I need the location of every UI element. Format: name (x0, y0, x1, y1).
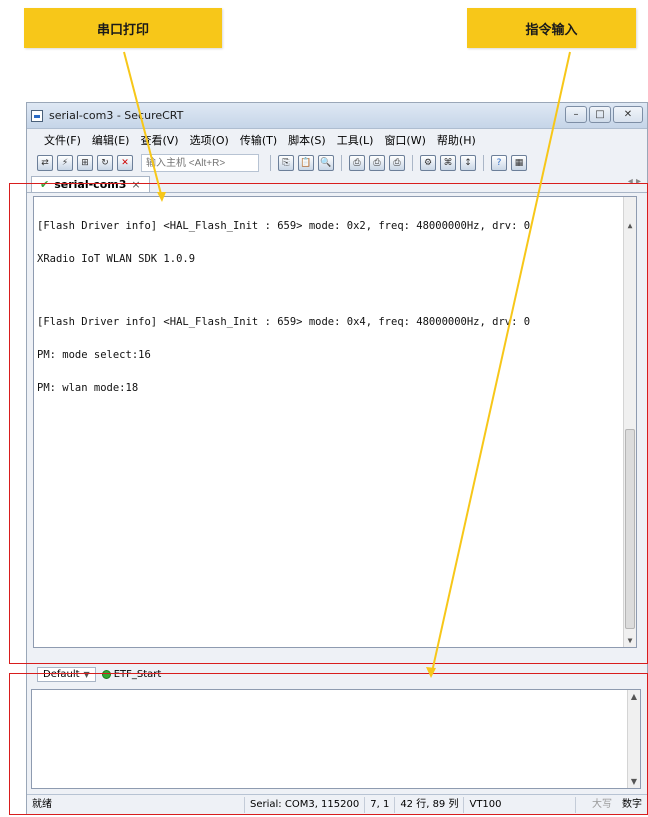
green-circle-icon (101, 669, 111, 679)
menu-view[interactable]: 查看(V) (139, 130, 179, 150)
status-ready: 就绪 (27, 796, 245, 813)
close-button[interactable]: ✕ (613, 106, 643, 123)
session-tab-bar: ✔ serial-com3 × ◂ ▸ (27, 175, 647, 193)
connect-icon[interactable]: ⇄ (37, 155, 53, 171)
title-bar[interactable]: serial-com3 - SecureCRT – □ ✕ (27, 103, 647, 129)
toolbar-separator (341, 155, 342, 171)
scroll-down-icon[interactable]: ▼ (624, 634, 636, 647)
command-window[interactable]: ▲ ▼ (31, 689, 641, 789)
terminal-output[interactable]: [Flash Driver info] <HAL_Flash_Init : 65… (33, 196, 637, 648)
terminal-line: PM: mode select:16 (37, 349, 151, 361)
session-options-icon[interactable]: ⚙ (420, 155, 436, 171)
terminal-line: XRadio IoT WLAN SDK 1.0.9 (37, 253, 196, 265)
connected-check-icon: ✔ (40, 178, 50, 191)
help-icon[interactable]: ? (491, 155, 507, 171)
quick-connect-icon[interactable]: ⚡ (57, 155, 73, 171)
window-title: serial-com3 - SecureCRT (49, 109, 184, 122)
status-bar: 就绪 Serial: COM3, 115200 7, 1 42 行, 89 列 … (27, 794, 647, 814)
status-size: 42 行, 89 列 (395, 796, 465, 813)
chevron-down-icon: ▼ (83, 669, 90, 679)
menu-bar: 文件(F) 编辑(E) 查看(V) 选项(O) 传输(T) 脚本(S) 工具(L… (27, 129, 647, 151)
toolbar-separator (270, 155, 271, 171)
status-emulation: VT100 (464, 796, 577, 813)
disconnect-icon[interactable]: ✕ (117, 155, 133, 171)
button-bar: Default ▼ ETF_Start (33, 665, 637, 683)
tab-close-icon[interactable]: × (131, 178, 140, 191)
scroll-down-icon[interactable]: ▼ (628, 775, 640, 788)
terminal-scrollbar[interactable]: ▲ ▼ (623, 197, 636, 647)
scroll-up-icon[interactable]: ▲ (628, 690, 640, 703)
toolbar-separator (483, 155, 484, 171)
command-window-scrollbar[interactable]: ▲ ▼ (627, 690, 640, 788)
tab-serial-com3[interactable]: ✔ serial-com3 × (31, 176, 150, 192)
menu-file[interactable]: 文件(F) (43, 130, 82, 150)
toolbar-separator (412, 155, 413, 171)
print-screen-icon[interactable]: ⎙ (389, 155, 405, 171)
menu-window[interactable]: 窗口(W) (383, 130, 426, 150)
etf-start-button[interactable]: ETF_Start (101, 668, 162, 680)
copy-icon[interactable]: ⎘ (278, 155, 294, 171)
terminal-line: PM: wlan mode:18 (37, 382, 139, 394)
menu-tools[interactable]: 工具(L) (336, 130, 375, 150)
reconnect-icon[interactable]: ↻ (97, 155, 113, 171)
menu-transfer[interactable]: 传输(T) (239, 130, 278, 150)
tab-label: serial-com3 (54, 178, 127, 191)
status-cursor: 7, 1 (365, 796, 396, 813)
status-caps: 大写 (592, 798, 612, 810)
button-bar-selector-label: Default (43, 668, 80, 680)
button-bar-selector[interactable]: Default ▼ (37, 666, 96, 682)
terminal-line: [Flash Driver info] <HAL_Flash_Init : 65… (37, 220, 531, 232)
status-num: 数字 (622, 798, 642, 810)
command-input-callout: 指令输入 (467, 8, 636, 48)
tab-scroll-arrows[interactable]: ◂ ▸ (628, 176, 641, 187)
monitor-icon[interactable]: ▦ (511, 155, 527, 171)
menu-help[interactable]: 帮助(H) (436, 130, 477, 150)
maximize-button[interactable]: □ (589, 106, 611, 123)
menu-script[interactable]: 脚本(S) (287, 130, 327, 150)
keymap-icon[interactable]: ⌘ (440, 155, 456, 171)
print-setup-icon[interactable]: ⎙ (369, 155, 385, 171)
connect-tab-icon[interactable]: ⊞ (77, 155, 93, 171)
paste-icon[interactable]: 📋 (298, 155, 314, 171)
securecrt-window: serial-com3 - SecureCRT – □ ✕ 文件(F) 编辑(E… (26, 102, 648, 815)
etf-start-label: ETF_Start (113, 668, 162, 680)
find-icon[interactable]: 🔍 (318, 155, 334, 171)
command-input-callout-label: 指令输入 (525, 22, 578, 38)
serial-print-callout-label: 串口打印 (96, 22, 149, 38)
minimize-button[interactable]: – (565, 106, 587, 123)
window-controls: – □ ✕ (565, 106, 643, 123)
quick-connect-input[interactable] (141, 154, 259, 172)
terminal-line: [Flash Driver info] <HAL_Flash_Init : 65… (37, 316, 531, 328)
scrollbar-thumb[interactable] (625, 429, 635, 629)
serial-print-callout: 串口打印 (24, 8, 222, 48)
sftp-icon[interactable]: ↕ (460, 155, 476, 171)
status-connection: Serial: COM3, 115200 (245, 796, 366, 813)
menu-edit[interactable]: 编辑(E) (91, 130, 131, 150)
toolbar: ⇄ ⚡ ⊞ ↻ ✕ ⎘ 📋 🔍 ⎙ ⎙ ⎙ ⚙ ⌘ ↕ ? ▦ (27, 151, 647, 175)
scroll-up-icon[interactable]: ▲ (624, 219, 636, 232)
app-icon (31, 109, 43, 122)
menu-options[interactable]: 选项(O) (189, 130, 230, 150)
print-icon[interactable]: ⎙ (349, 155, 365, 171)
